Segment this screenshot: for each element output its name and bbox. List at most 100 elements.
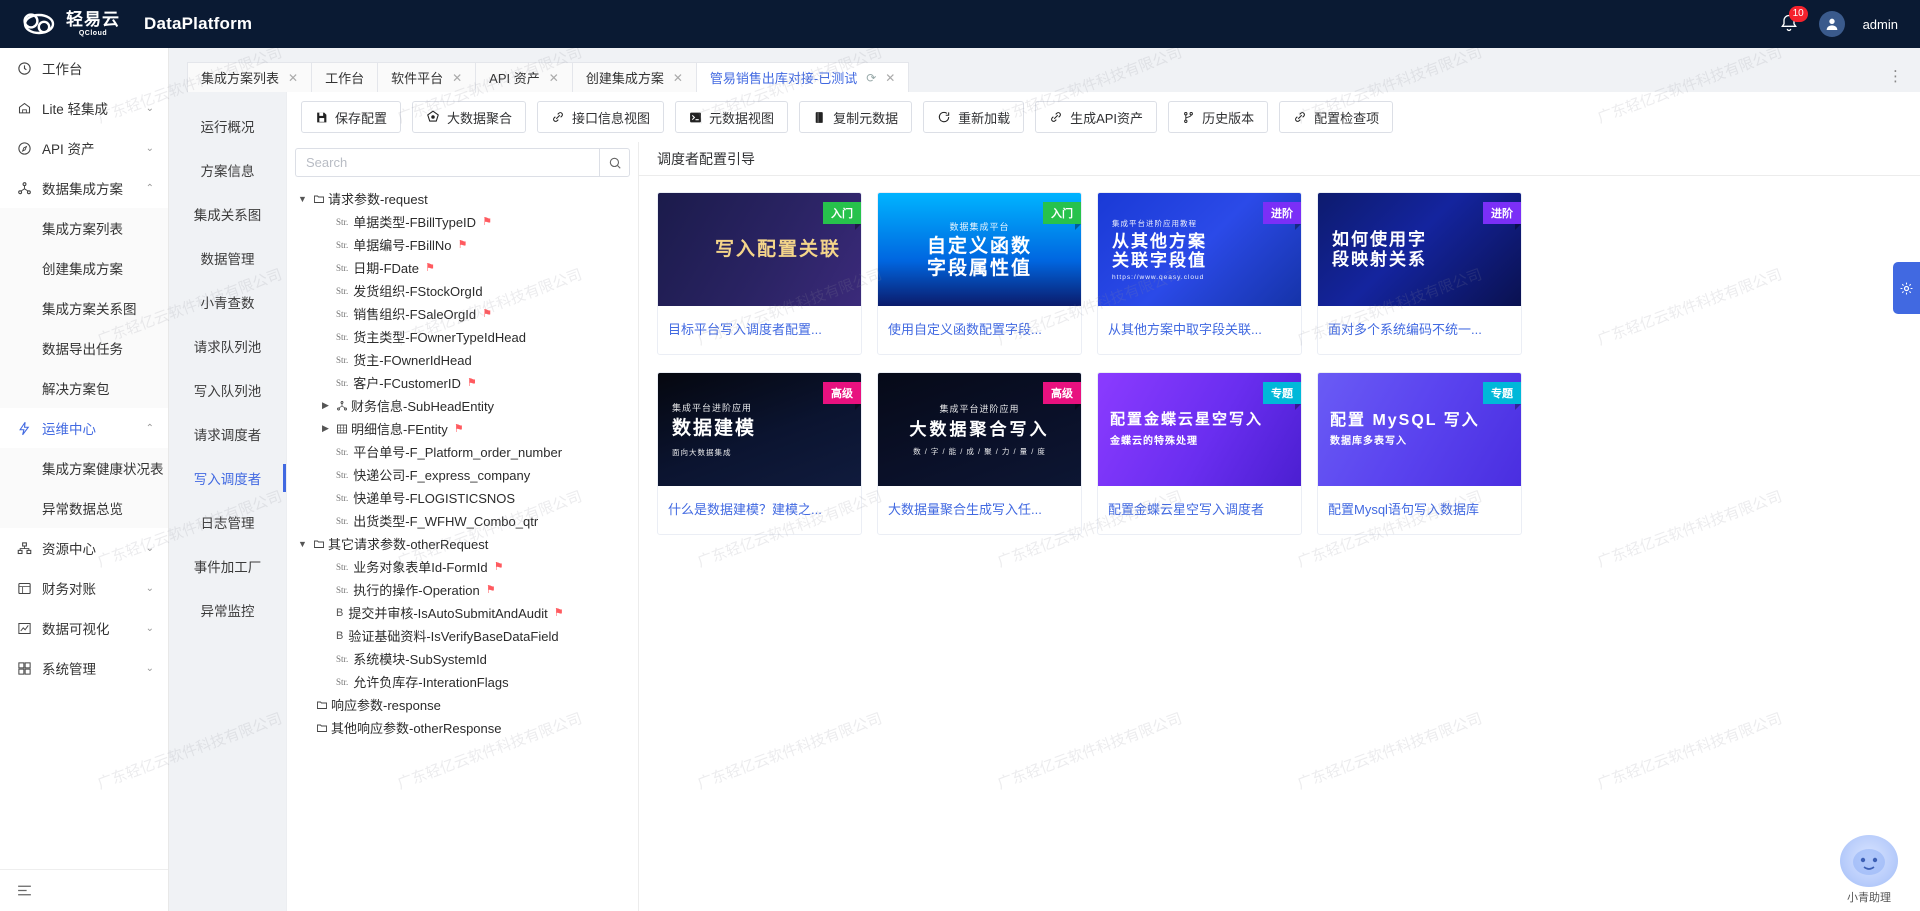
- card-caption[interactable]: 大数据量聚合生成写入任...: [878, 486, 1081, 534]
- sidebar-item-system[interactable]: 系统管理 ⌄: [0, 648, 168, 688]
- tree-row[interactable]: Str.货主类型-FOwnerTypeIdHead: [295, 325, 634, 348]
- tree-row[interactable]: ▼ 请求参数-request: [295, 187, 634, 210]
- chevron-down-icon[interactable]: ▼: [295, 539, 310, 549]
- card-caption[interactable]: 目标平台写入调度者配置...: [658, 306, 861, 354]
- sidebar-item-solution-package[interactable]: 解决方案包: [0, 368, 168, 408]
- close-icon[interactable]: ✕: [885, 71, 895, 85]
- sidebar-item-create-scheme[interactable]: 创建集成方案: [0, 248, 168, 288]
- sidebar-item-data-integration[interactable]: 数据集成方案 ⌃: [0, 168, 168, 208]
- card-caption[interactable]: 配置Mysql语句写入数据库: [1318, 486, 1521, 534]
- guide-card[interactable]: 集成平台进阶应用 数据建模 面向大数据集成 高级 什么是数据建模？建模之...: [657, 372, 862, 535]
- guide-card[interactable]: 配置金蝶云星空写入 金蝶云的特殊处理 专题 配置金蝶云星空写入调度者: [1097, 372, 1302, 535]
- reload-button[interactable]: 重新加载: [923, 101, 1024, 133]
- tree-row[interactable]: Str.单据类型-FBillTypeID⚑: [295, 210, 634, 233]
- sidebar-item-visualization[interactable]: 数据可视化 ⌄: [0, 608, 168, 648]
- user-name[interactable]: admin: [1863, 17, 1898, 32]
- search-input[interactable]: [295, 148, 599, 177]
- tree-row[interactable]: B提交并审核-IsAutoSubmitAndAudit⚑: [295, 601, 634, 624]
- tree-row[interactable]: Str.货主-FOwnerIdHead: [295, 348, 634, 371]
- tree-row[interactable]: Str.快递公司-F_express_company: [295, 463, 634, 486]
- sidebar-item-abnormal-data[interactable]: 异常数据总览: [0, 488, 168, 528]
- sidebar-item-api-assets[interactable]: API 资产 ⌄: [0, 128, 168, 168]
- chevron-right-icon[interactable]: ▶: [318, 400, 333, 411]
- subnav-item-data-management[interactable]: 数据管理: [169, 236, 286, 280]
- tree-row[interactable]: ▼ 其它请求参数-otherRequest: [295, 532, 634, 555]
- tab-create-scheme[interactable]: 创建集成方案 ✕: [572, 62, 697, 92]
- guide-card[interactable]: 集成平台进阶应用教程 从其他方案 关联字段值 https://www.qeasy…: [1097, 192, 1302, 355]
- tree-row[interactable]: ▶ 财务信息-SubHeadEntity: [295, 394, 634, 417]
- subnav-item-request-queue[interactable]: 请求队列池: [169, 324, 286, 368]
- big-data-aggregate-button[interactable]: 大数据聚合: [412, 101, 526, 133]
- refresh-icon[interactable]: ⟳: [866, 71, 876, 85]
- tree-row[interactable]: Str.执行的操作-Operation⚑: [295, 578, 634, 601]
- tab-api-assets[interactable]: API 资产 ✕: [475, 62, 573, 92]
- tree-row[interactable]: 其他响应参数-otherResponse: [295, 716, 634, 739]
- subnav-item-log-management[interactable]: 日志管理: [169, 500, 286, 544]
- sidebar-item-scheme-graph[interactable]: 集成方案关系图: [0, 288, 168, 328]
- notification-bell[interactable]: 10: [1779, 13, 1801, 35]
- chevron-right-icon[interactable]: ▶: [318, 423, 333, 434]
- tab-scheme-list[interactable]: 集成方案列表 ✕: [187, 62, 312, 92]
- close-icon[interactable]: ✕: [673, 71, 683, 85]
- tree-row[interactable]: Str.业务对象表单Id-FormId⚑: [295, 555, 634, 578]
- tree-row[interactable]: Str.销售组织-FSaleOrgId⚑: [295, 302, 634, 325]
- tree-row[interactable]: Str.快递单号-FLOGISTICSNOS: [295, 486, 634, 509]
- close-icon[interactable]: ✕: [288, 71, 298, 85]
- subnav-item-xiaoqing-query[interactable]: 小青查数: [169, 280, 286, 324]
- tree-row[interactable]: 响应参数-response: [295, 693, 634, 716]
- guide-card[interactable]: 配置 MySQL 写入 数据库多表写入 专题 配置Mysql语句写入数据库: [1317, 372, 1522, 535]
- subnav-item-event-factory[interactable]: 事件加工厂: [169, 544, 286, 588]
- tree-row[interactable]: Str.发货组织-FStockOrgId: [295, 279, 634, 302]
- generate-api-asset-button[interactable]: 生成API资产: [1035, 101, 1157, 133]
- sidebar-collapse-button[interactable]: [0, 869, 169, 911]
- card-caption[interactable]: 使用自定义函数配置字段...: [878, 306, 1081, 354]
- sidebar-item-health-table[interactable]: 集成方案健康状况表: [0, 448, 168, 488]
- card-caption[interactable]: 配置金蝶云星空写入调度者: [1098, 486, 1301, 534]
- sidebar-item-export-task[interactable]: 数据导出任务: [0, 328, 168, 368]
- brand-logo[interactable]: 轻易云 QCloud DataPlatform: [0, 9, 252, 39]
- tree-row[interactable]: B验证基础资料-IsVerifyBaseDataField: [295, 624, 634, 647]
- tab-overflow-menu[interactable]: ⋮: [1888, 67, 1904, 85]
- subnav-item-write-scheduler[interactable]: 写入调度者: [169, 456, 286, 500]
- card-caption[interactable]: 从其他方案中取字段关联...: [1098, 306, 1301, 354]
- metadata-view-button[interactable]: 元数据视图: [675, 101, 788, 133]
- sidebar-item-resource-center[interactable]: 资源中心 ⌄: [0, 528, 168, 568]
- subnav-item-overview[interactable]: 运行概况: [169, 104, 286, 148]
- subnav-item-relation-graph[interactable]: 集成关系图: [169, 192, 286, 236]
- tree-row[interactable]: Str.客户-FCustomerID⚑: [295, 371, 634, 394]
- sidebar-item-finance[interactable]: 财务对账 ⌄: [0, 568, 168, 608]
- config-check-button[interactable]: 配置检查项: [1279, 101, 1393, 133]
- guide-card[interactable]: 集成平台进阶应用 大数据聚合写入 数 / 字 / 能 / 成 / 聚 / 力 /…: [877, 372, 1082, 535]
- card-caption[interactable]: 什么是数据建模？建模之...: [658, 486, 861, 534]
- sidebar-item-workbench[interactable]: 工作台: [0, 48, 168, 88]
- close-icon[interactable]: ✕: [452, 71, 462, 85]
- tab-software-platform[interactable]: 软件平台 ✕: [377, 62, 476, 92]
- close-icon[interactable]: ✕: [549, 71, 559, 85]
- tree-row[interactable]: Str.单据编号-FBillNo⚑: [295, 233, 634, 256]
- interface-info-view-button[interactable]: 接口信息视图: [537, 101, 664, 133]
- save-config-button[interactable]: 保存配置: [301, 101, 401, 133]
- subnav-item-write-queue[interactable]: 写入队列池: [169, 368, 286, 412]
- card-caption[interactable]: 面对多个系统编码不统一...: [1318, 306, 1521, 354]
- sidebar-item-ops-center[interactable]: 运维中心 ⌃: [0, 408, 168, 448]
- tree-row[interactable]: Str.系统模块-SubSystemId: [295, 647, 634, 670]
- tree-row[interactable]: Str.平台单号-F_Platform_order_number: [295, 440, 634, 463]
- subnav-item-request-scheduler[interactable]: 请求调度者: [169, 412, 286, 456]
- subnav-item-exception-monitor[interactable]: 异常监控: [169, 588, 286, 632]
- guide-card[interactable]: 写入配置关联 入门 目标平台写入调度者配置...: [657, 192, 862, 355]
- tree-row[interactable]: Str.出货类型-F_WFHW_Combo_qtr: [295, 509, 634, 532]
- subnav-item-scheme-info[interactable]: 方案信息: [169, 148, 286, 192]
- chevron-down-icon[interactable]: ▼: [295, 194, 310, 204]
- tree-row[interactable]: ▶ 明细信息-FEntity ⚑: [295, 417, 634, 440]
- sidebar-item-scheme-list[interactable]: 集成方案列表: [0, 208, 168, 248]
- history-version-button[interactable]: 历史版本: [1168, 101, 1268, 133]
- tree-row[interactable]: Str.允许负库存-InterationFlags: [295, 670, 634, 693]
- tab-workbench[interactable]: 工作台: [311, 62, 378, 92]
- settings-drawer-handle[interactable]: [1893, 262, 1920, 314]
- copy-metadata-button[interactable]: 复制元数据: [799, 101, 912, 133]
- avatar[interactable]: [1819, 11, 1845, 37]
- assistant-widget[interactable]: 小青助理: [1834, 835, 1904, 905]
- guide-card[interactable]: 数据集成平台 自定义函数 字段属性值 入门 使用自定义函数配置字段...: [877, 192, 1082, 355]
- tree-row[interactable]: Str.日期-FDate⚑: [295, 256, 634, 279]
- guide-card[interactable]: 如何使用字 段映射关系 进阶 面对多个系统编码不统一...: [1317, 192, 1522, 355]
